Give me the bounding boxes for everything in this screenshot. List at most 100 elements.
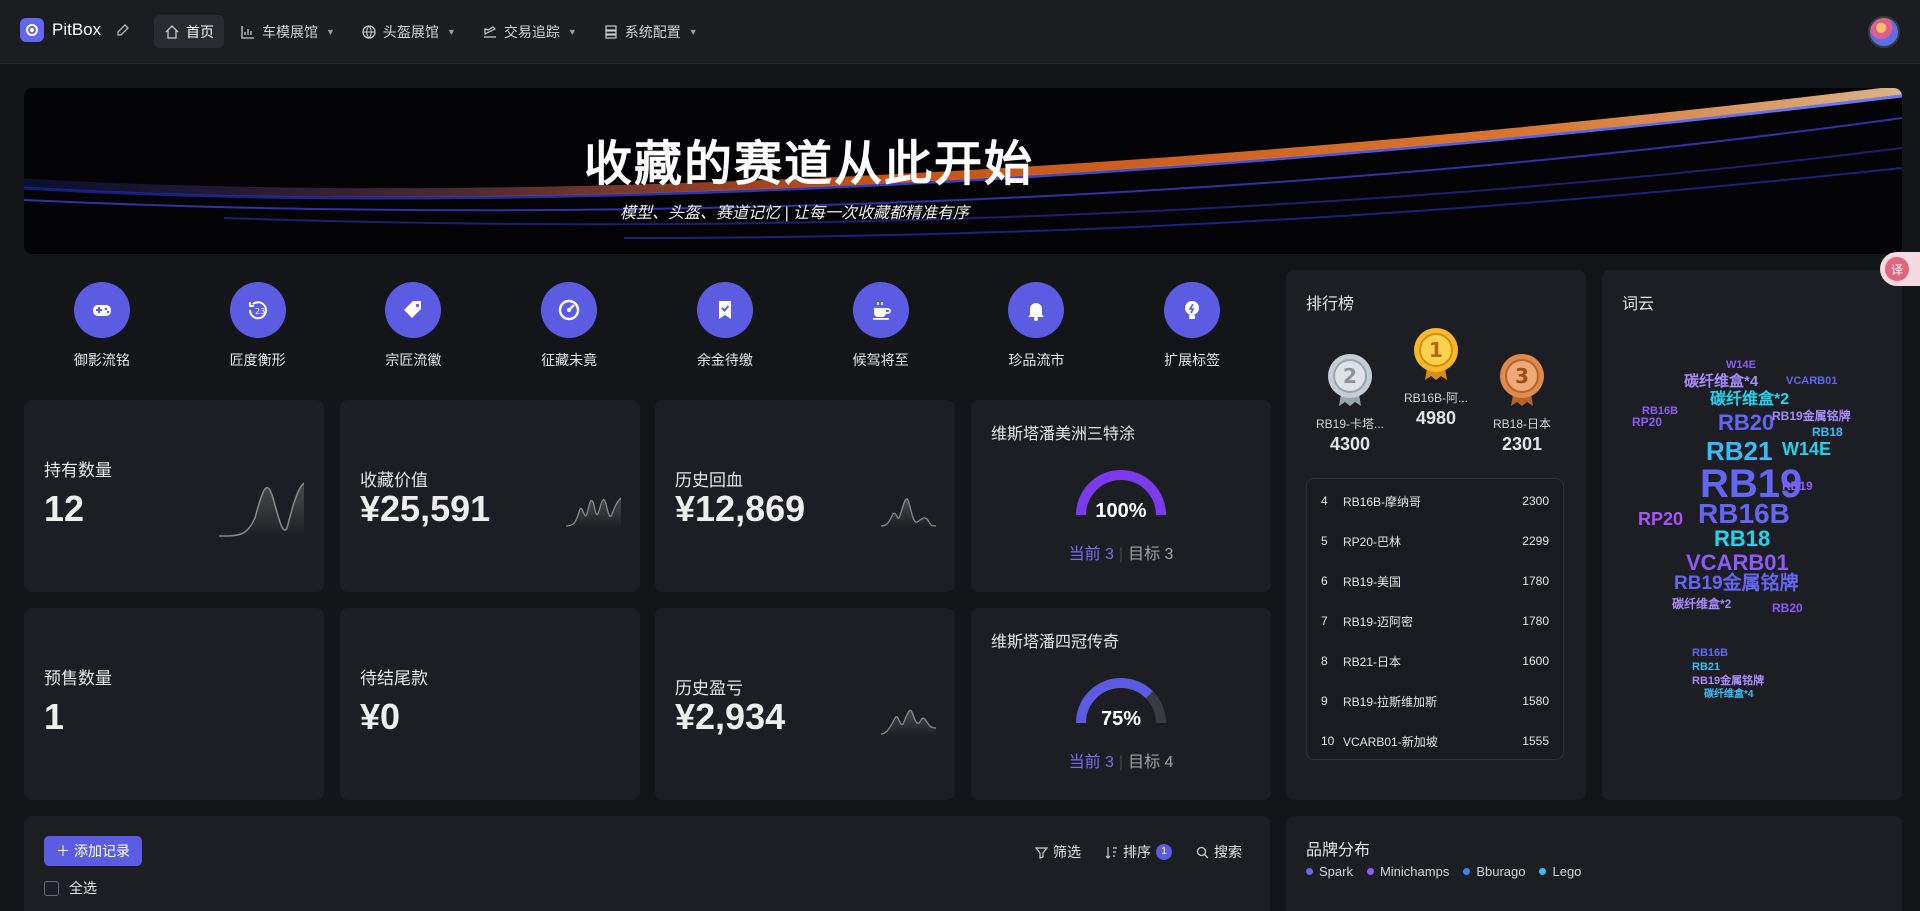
select-all[interactable]: 全选 [44, 878, 97, 898]
rank-name: RP20-巴林 [1343, 534, 1402, 549]
cloud-word: RB19金属铭牌 [1772, 409, 1851, 423]
server-icon [605, 24, 617, 39]
legend-item[interactable]: Spark [1306, 864, 1353, 879]
recovered-sparkline [881, 498, 936, 528]
sort-icon [1105, 846, 1117, 859]
rank-row[interactable]: 8 RB21-日本 1600 [1307, 641, 1563, 681]
cloud-word: VCARB01 [1686, 550, 1789, 575]
cloud-word: W14E [1726, 359, 1756, 371]
cloud-word: 碳纤维盒*2 [1710, 391, 1790, 408]
quick-action-item[interactable]: 珍品流市 [959, 270, 1115, 380]
goal-target: 目标 3 [1128, 546, 1174, 563]
podium-score: 2301 [1501, 434, 1543, 454]
cloud-word: RB19金属铭牌 [1692, 675, 1765, 687]
quick-action-label: 珍品流市 [1008, 352, 1065, 368]
legend-label: Bburago [1476, 864, 1526, 879]
gauge-icon [541, 282, 598, 338]
add-record-label: 添加记录 [74, 843, 130, 859]
goal-card-1: 维斯塔潘美洲三特涂 100% 当前 3 | 目标 3 [971, 400, 1271, 592]
rank-score: 2299 [1522, 534, 1549, 548]
nav-label: 交易追踪 [503, 23, 560, 40]
stat-label: 持有数量 [44, 461, 112, 480]
rank-row[interactable]: 7 RB19-迈阿密 1780 [1307, 601, 1563, 641]
goal-current: 当前 3 [1068, 546, 1114, 563]
nav-label: 首页 [186, 23, 214, 40]
value-sparkline [566, 497, 621, 528]
chevron-down-icon: ▼ [688, 26, 698, 37]
rank-row[interactable]: 9 RB19-拉斯维加斯 1580 [1307, 681, 1563, 721]
legend-item[interactable]: Bburago [1463, 864, 1525, 879]
legend-dot [1306, 868, 1313, 875]
nav-home[interactable]: 首页 [154, 15, 224, 48]
goal-meta: 当前 3 | 目标 4 [1068, 754, 1174, 771]
select-all-checkbox[interactable] [44, 880, 59, 896]
goal-title: 维斯塔潘四冠传奇 [991, 634, 1120, 651]
gamepad-icon [73, 282, 130, 338]
quick-action-item[interactable]: 23 匠度衡形 [180, 270, 336, 380]
rank-name: RB21-日本 [1343, 654, 1402, 669]
search-label: 搜索 [1214, 844, 1242, 860]
nav-car-gallery[interactable]: 车模展馆 ▼ [230, 15, 345, 48]
cloud-word: RB18 [1714, 526, 1771, 551]
cloud-word: RB16B [1692, 647, 1729, 659]
podium-second[interactable]: 2 RB19-卡塔... 4300 [1300, 352, 1400, 455]
rank-score: 1580 [1522, 694, 1549, 708]
translate-float-button[interactable]: 译 [1880, 252, 1920, 286]
rank-row[interactable]: 10 VCARB01-新加坡 1555 [1307, 721, 1563, 761]
history-recovered-card: 历史回血 ¥12,869 [655, 400, 955, 592]
nav-system-config[interactable]: 系统配置 ▼ [593, 15, 708, 48]
nav-trade-tracking[interactable]: 交易追踪 ▼ [472, 15, 587, 48]
rank-row[interactable]: 5 RP20-巴林 2299 [1307, 521, 1563, 561]
add-record-button[interactable]: ＋ 添加记录 [44, 836, 142, 866]
quick-action-item[interactable]: 扩展标签 [1114, 270, 1270, 380]
brand[interactable]: PitBox [20, 18, 131, 42]
goal-percent: 75% [1100, 708, 1142, 730]
gold-medal-icon: 1 [1414, 328, 1458, 380]
quick-action-item[interactable]: 候驾将至 [803, 270, 959, 380]
nav-helmet-gallery[interactable]: 头盔展馆 ▼ [351, 15, 466, 48]
stat-label: 预售数量 [44, 669, 112, 688]
quick-action-label: 余金待缴 [696, 352, 753, 368]
counter-icon: 23 [229, 282, 286, 338]
legend-item[interactable]: Lego [1539, 864, 1581, 879]
edit-icon[interactable] [115, 22, 131, 38]
cloud-word: 碳纤维盒*4 [1704, 689, 1754, 700]
rank-row[interactable]: 4 RB16B-摩纳哥 2300 [1307, 481, 1563, 521]
quick-action-item[interactable]: 余金待缴 [647, 270, 803, 380]
sort-button[interactable]: 排序 1 [1105, 842, 1172, 862]
presale-card: 预售数量 1 [24, 608, 324, 800]
filter-button[interactable]: 筛选 [1035, 842, 1081, 862]
quick-action-item[interactable]: 征藏未竟 [491, 270, 647, 380]
rank-score: 1600 [1522, 654, 1549, 668]
podium-third[interactable]: 3 RB18-日本 2301 [1472, 352, 1572, 455]
bookmark-check-icon [696, 282, 753, 338]
main-nav: 首页 车模展馆 ▼ 头盔展馆 ▼ 交易追踪 ▼ 系统配置 ▼ [154, 15, 708, 48]
rank-row[interactable]: 6 RB19-美国 1780 [1307, 561, 1563, 601]
records-panel: ＋ 添加记录 筛选 排序 1 搜索 全选 [24, 816, 1270, 911]
collection-value-card: 收藏价值 ¥25,591 [340, 400, 640, 592]
rank-score: 1780 [1522, 574, 1549, 588]
rank-name: RB19-迈阿密 [1343, 614, 1414, 629]
quick-action-item[interactable]: 御影流铭 [24, 270, 180, 380]
podium-score: 4300 [1329, 434, 1371, 454]
podium-name: RB16B-阿... [1403, 391, 1469, 405]
goal-card-2: 维斯塔潘四冠传奇 75% 当前 3 | 目标 4 [971, 608, 1271, 800]
sort-label: 排序 [1123, 844, 1151, 860]
quick-action-item[interactable]: 宗匠流徽 [336, 270, 492, 380]
cloud-word: RB20 [1718, 410, 1775, 435]
rank-number: 8 [1321, 654, 1328, 668]
rank-number: 10 [1321, 734, 1335, 748]
records-toolbar: 筛选 排序 1 搜索 [1035, 842, 1242, 862]
podium-first[interactable]: 1 RB16B-阿... 4980 [1386, 326, 1486, 429]
nav-label: 系统配置 [624, 23, 681, 40]
goal-title: 维斯塔潘美洲三特涂 [991, 426, 1136, 443]
svg-text:23: 23 [255, 307, 265, 316]
search-icon [1196, 846, 1209, 858]
user-avatar[interactable] [1868, 16, 1900, 48]
pending-balance-card: 待结尾款 ¥0 [340, 608, 640, 800]
cloud-word: 碳纤维盒*4 [1684, 373, 1759, 390]
rank-name: RB16B-摩纳哥 [1343, 494, 1422, 509]
legend-item[interactable]: Minichamps [1366, 864, 1449, 879]
rank-score: 1555 [1522, 734, 1549, 748]
search-button[interactable]: 搜索 [1196, 842, 1242, 862]
